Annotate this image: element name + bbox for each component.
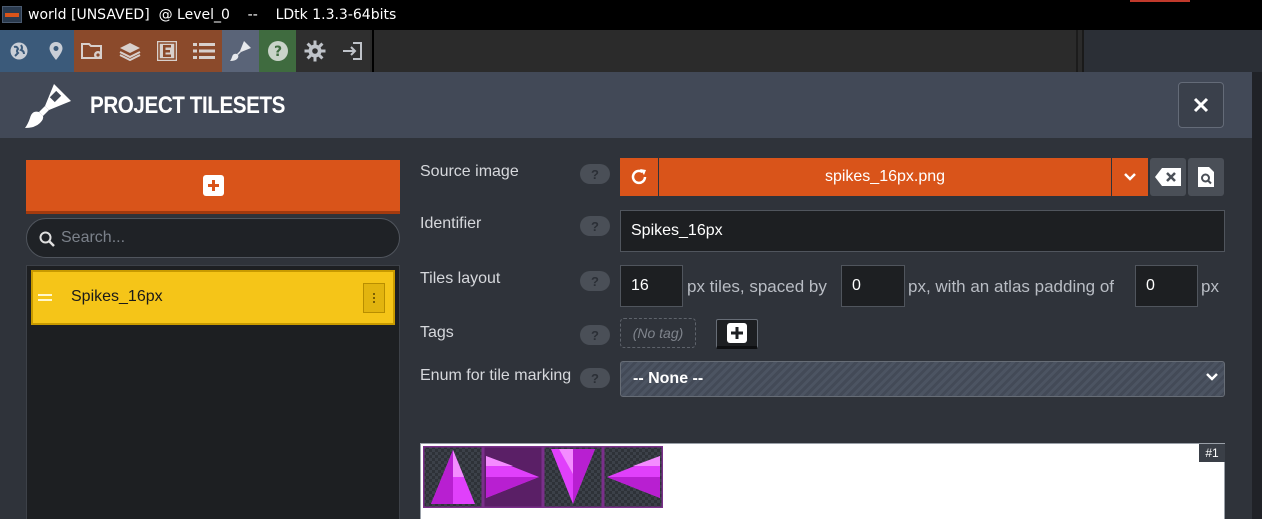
entities-button[interactable] <box>148 30 185 72</box>
tilesets-button[interactable] <box>222 30 259 72</box>
enum-marking-select[interactable]: -- None -- <box>620 361 1225 397</box>
chevron-down-icon <box>1206 373 1218 381</box>
help-button[interactable]: ? <box>259 30 296 72</box>
file-search-icon <box>1198 167 1214 187</box>
enum-marking-label: Enum for tile marking <box>420 367 572 384</box>
svg-text:?: ? <box>273 44 281 60</box>
identifier-label: Identifier <box>420 215 482 232</box>
chevron-down-icon <box>1124 173 1136 181</box>
titlebar-accent <box>1130 0 1190 2</box>
tileset-form: Source image ? spikes_16px.png Identifie… <box>0 72 1252 519</box>
location-pin-icon <box>49 42 62 60</box>
tiles-layout-label: Tiles layout <box>420 270 501 287</box>
project-folder-icon <box>80 43 102 59</box>
exit-button[interactable] <box>333 30 370 72</box>
exit-icon <box>342 42 362 60</box>
entities-icon <box>156 41 177 61</box>
toolbar-divider <box>372 30 374 72</box>
add-tag-button[interactable] <box>716 319 758 349</box>
enum-marking-value: -- None -- <box>633 370 704 387</box>
source-image-dropdown-button[interactable] <box>1112 158 1148 196</box>
no-tag-placeholder: (No tag) <box>620 318 696 348</box>
tilesets-brush-icon <box>229 41 251 61</box>
spike-right-tile <box>481 446 545 508</box>
spike-down-tile <box>541 446 605 508</box>
identifier-help[interactable]: ? <box>580 216 610 236</box>
modal-shadow <box>1252 72 1262 519</box>
settings-button[interactable] <box>296 30 333 72</box>
layers-button[interactable] <box>111 30 148 72</box>
settings-gear-icon <box>304 40 325 62</box>
reload-image-button[interactable] <box>620 158 658 196</box>
app-root: world [UNSAVED] @ Level_0 -- LDtk 1.3.3-… <box>0 0 1262 519</box>
ldtk-logo-icon <box>2 6 22 23</box>
tile-size-suffix: px tiles, spaced by <box>687 277 827 296</box>
refresh-icon <box>631 169 647 185</box>
project-settings-button[interactable] <box>74 30 111 72</box>
tileset-uid-badge: #1 <box>1199 444 1225 462</box>
tile-spacing-input[interactable] <box>841 265 905 307</box>
enums-list-icon <box>192 43 215 59</box>
source-image-label: Source image <box>420 163 519 180</box>
level-button[interactable] <box>37 30 74 72</box>
plus-icon <box>727 323 747 343</box>
layers-icon <box>119 43 140 61</box>
spikes-tileset-image <box>423 446 663 508</box>
source-image-help[interactable]: ? <box>580 164 610 184</box>
tile-spacing-suffix: px, with an atlas padding of <box>908 277 1115 296</box>
tile-size-input[interactable] <box>620 265 683 307</box>
source-image-select[interactable]: spikes_16px.png <box>659 158 1111 196</box>
enum-marking-help[interactable]: ? <box>580 368 610 388</box>
tags-label: Tags <box>420 324 454 341</box>
enums-button[interactable] <box>185 30 222 72</box>
world-button[interactable] <box>0 30 37 72</box>
tileset-preview[interactable]: #1 <box>420 443 1225 519</box>
atlas-padding-input[interactable] <box>1135 265 1198 307</box>
toolbar-right-panel <box>1082 30 1262 72</box>
tiles-layout-help[interactable]: ? <box>580 271 610 291</box>
locate-image-button[interactable] <box>1188 158 1224 196</box>
toolbar-divider <box>1076 30 1078 72</box>
atlas-padding-suffix: px <box>1201 277 1219 296</box>
help-icon: ? <box>267 41 288 61</box>
toolbar-buttons: ? <box>0 30 370 72</box>
identifier-input[interactable] <box>620 210 1225 252</box>
remove-image-button[interactable] <box>1150 158 1186 196</box>
window-titlebar: world [UNSAVED] @ Level_0 -- LDtk 1.3.3-… <box>0 0 1262 30</box>
backspace-icon <box>1155 168 1181 186</box>
world-icon <box>10 42 27 60</box>
tags-help[interactable]: ? <box>580 325 610 345</box>
window-title: world [UNSAVED] @ Level_0 -- LDtk 1.3.3-… <box>28 7 397 23</box>
main-toolbar: ? <box>0 30 1262 72</box>
